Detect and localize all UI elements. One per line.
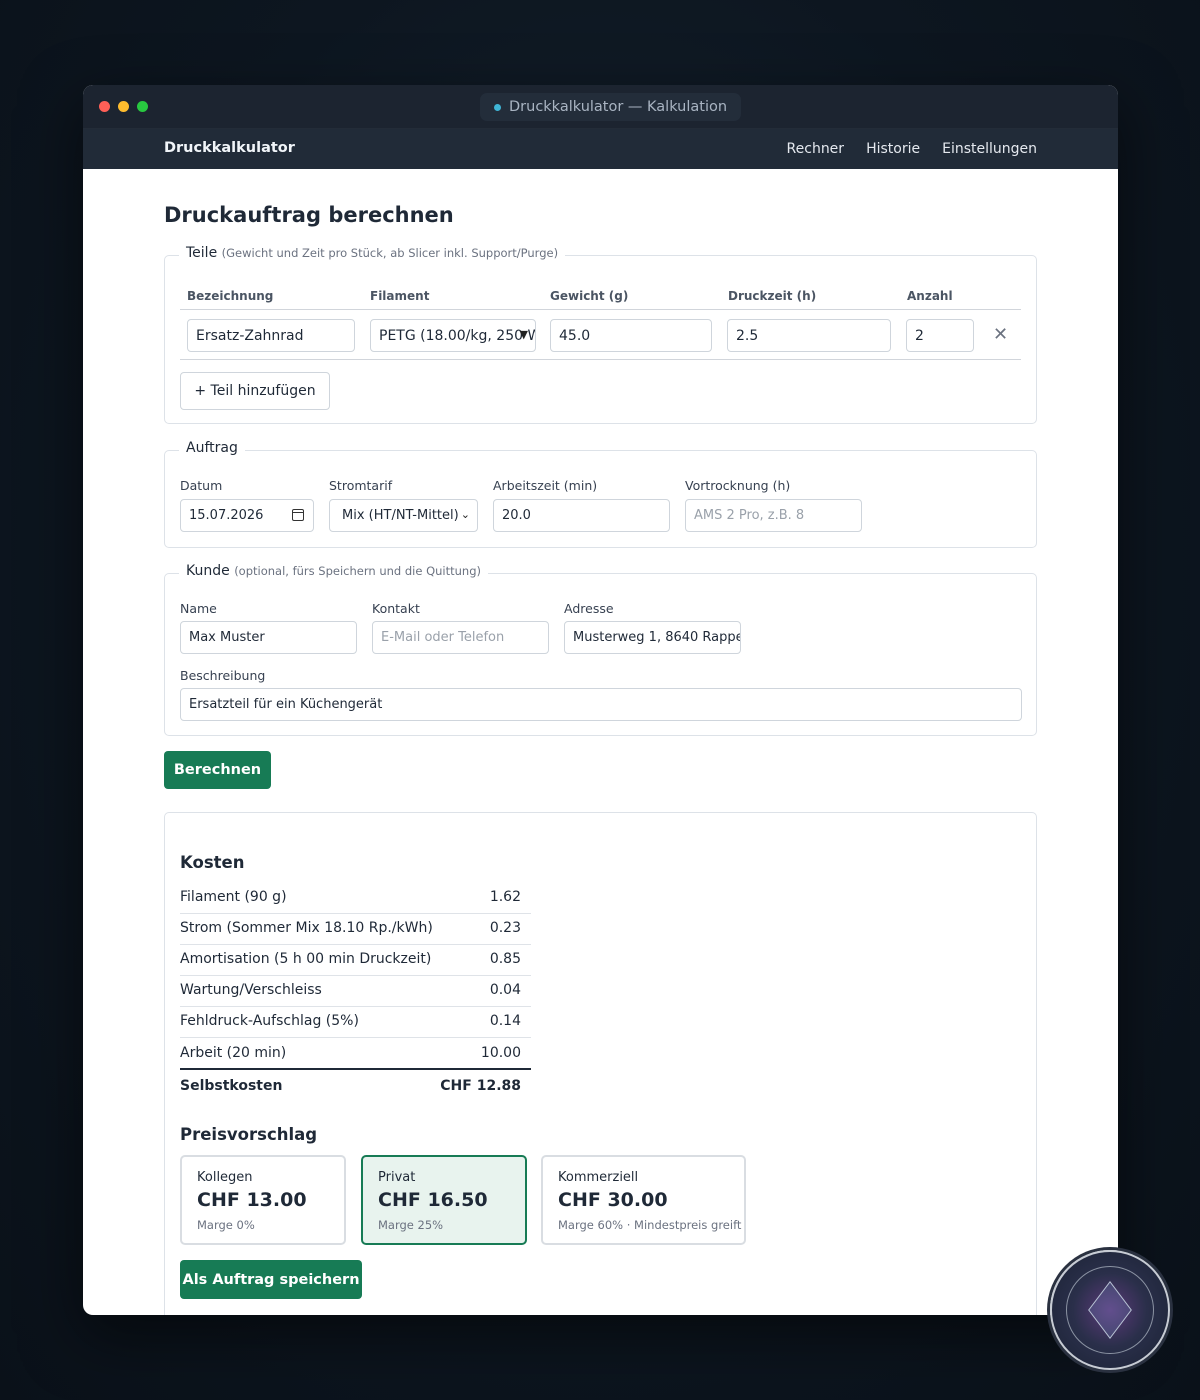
window-title-pill: Druckkalkulator — Kalkulation bbox=[480, 93, 742, 121]
address-input[interactable]: Musterweg 1, 8640 Rapper bbox=[564, 621, 741, 654]
customer-name-input[interactable]: Max Muster bbox=[180, 621, 357, 654]
remove-part-icon[interactable]: ✕ bbox=[993, 324, 1008, 345]
cost-row: Arbeit (20 min) 10.00 bbox=[180, 1039, 531, 1070]
cost-row: Wartung/Verschleiss 0.04 bbox=[180, 976, 531, 1007]
price-option-privat[interactable]: Privat CHF 16.50 Marge 25% bbox=[361, 1155, 527, 1245]
price-option-kommerziell[interactable]: Kommerziell CHF 30.00 Marge 60% · Mindes… bbox=[541, 1155, 746, 1245]
contact-label: Kontakt bbox=[372, 601, 420, 616]
part-filament-select[interactable]: PETG (18.00/kg, 250 W) ▼ bbox=[370, 319, 536, 352]
nav-link-rechner[interactable]: Rechner bbox=[787, 141, 845, 157]
page-title: Druckauftrag berechnen bbox=[164, 203, 454, 227]
close-window-button[interactable] bbox=[99, 101, 110, 112]
navbar: Druckkalkulator Rechner Historie Einstel… bbox=[83, 129, 1118, 169]
brand[interactable]: Druckkalkulator bbox=[164, 140, 295, 156]
part-weight-input[interactable]: 45.0 bbox=[550, 319, 712, 352]
labor-input[interactable]: 20.0 bbox=[493, 499, 670, 532]
description-label: Beschreibung bbox=[180, 668, 266, 683]
customer-legend: Kunde (optional, fürs Speichern und die … bbox=[179, 563, 489, 579]
price-option-kollegen[interactable]: Kollegen CHF 13.00 Marge 0% bbox=[180, 1155, 346, 1245]
maximize-window-button[interactable] bbox=[137, 101, 148, 112]
parts-section: Teile (Gewicht und Zeit pro Stück, ab Sl… bbox=[164, 245, 1037, 424]
chevron-down-icon: ⌄ bbox=[460, 508, 470, 521]
predry-input[interactable]: AMS 2 Pro, z.B. 8 bbox=[685, 499, 862, 532]
calendar-icon[interactable] bbox=[292, 509, 304, 521]
minimize-window-button[interactable] bbox=[118, 101, 129, 112]
costs-title: Kosten bbox=[180, 853, 245, 872]
col-header-druckzeit: Druckzeit (h) bbox=[728, 289, 817, 303]
contact-input[interactable]: E-Mail oder Telefon bbox=[372, 621, 549, 654]
nav-link-historie[interactable]: Historie bbox=[866, 141, 920, 157]
watermark-badge-icon bbox=[1050, 1250, 1170, 1370]
tariff-label: Stromtarif bbox=[329, 478, 393, 493]
tariff-select[interactable]: Mix (HT/NT-Mittel) ⌄ bbox=[329, 499, 478, 532]
window-title: Druckkalkulator — Kalkulation bbox=[509, 99, 728, 115]
app-window: Druckkalkulator — Kalkulation Druckkalku… bbox=[83, 85, 1118, 1315]
cost-row: Filament (90 g) 1.62 bbox=[180, 883, 531, 914]
order-legend: Auftrag bbox=[179, 440, 245, 456]
parts-legend: Teile (Gewicht und Zeit pro Stück, ab Sl… bbox=[179, 245, 566, 261]
nav-links: Rechner Historie Einstellungen bbox=[787, 141, 1037, 157]
save-order-button[interactable]: Als Auftrag speichern bbox=[180, 1260, 362, 1299]
cost-row: Fehldruck-Aufschlag (5%) 0.14 bbox=[180, 1007, 531, 1038]
col-header-anzahl: Anzahl bbox=[907, 289, 953, 303]
cost-row: Amortisation (5 h 00 min Druckzeit) 0.85 bbox=[180, 945, 531, 976]
labor-label: Arbeitszeit (min) bbox=[493, 478, 598, 493]
part-time-input[interactable]: 2.5 bbox=[727, 319, 891, 352]
date-label: Datum bbox=[180, 478, 223, 493]
customer-section: Kunde (optional, fürs Speichern und die … bbox=[164, 563, 1037, 736]
table-row-divider bbox=[180, 359, 1021, 360]
col-header-bezeichnung: Bezeichnung bbox=[187, 289, 274, 303]
results-panel: Kosten Filament (90 g) 1.62 Strom (Sommer… bbox=[164, 812, 1037, 1315]
table-header-divider bbox=[180, 309, 1021, 310]
pricing-title: Preisvorschlag bbox=[180, 1125, 318, 1144]
calculate-button[interactable]: Berechnen bbox=[164, 751, 271, 789]
col-header-gewicht: Gewicht (g) bbox=[550, 289, 629, 303]
col-header-filament: Filament bbox=[370, 289, 430, 303]
part-qty-input[interactable]: 2 bbox=[906, 319, 974, 352]
predry-label: Vortrocknung (h) bbox=[685, 478, 791, 493]
title-bar: Druckkalkulator — Kalkulation bbox=[83, 85, 1118, 129]
description-input[interactable]: Ersatzteil für ein Küchengerät bbox=[180, 688, 1022, 721]
date-input[interactable]: 15.07.2026 bbox=[180, 499, 314, 532]
add-part-button[interactable]: + Teil hinzufügen bbox=[180, 372, 330, 410]
nav-link-einstellungen[interactable]: Einstellungen bbox=[942, 141, 1037, 157]
status-dot-icon bbox=[494, 103, 501, 111]
order-section: Auftrag Datum Stromtarif Arbeitszeit (mi… bbox=[164, 440, 1037, 548]
chevron-down-icon: ▼ bbox=[519, 328, 528, 341]
address-label: Adresse bbox=[564, 601, 614, 616]
cost-row: Strom (Sommer Mix 18.10 Rp./kWh) 0.23 bbox=[180, 914, 531, 945]
customer-name-label: Name bbox=[180, 601, 217, 616]
part-name-input[interactable]: Ersatz-Zahnrad bbox=[187, 319, 355, 352]
cost-total-row: Selbstkosten CHF 12.88 bbox=[180, 1078, 521, 1094]
